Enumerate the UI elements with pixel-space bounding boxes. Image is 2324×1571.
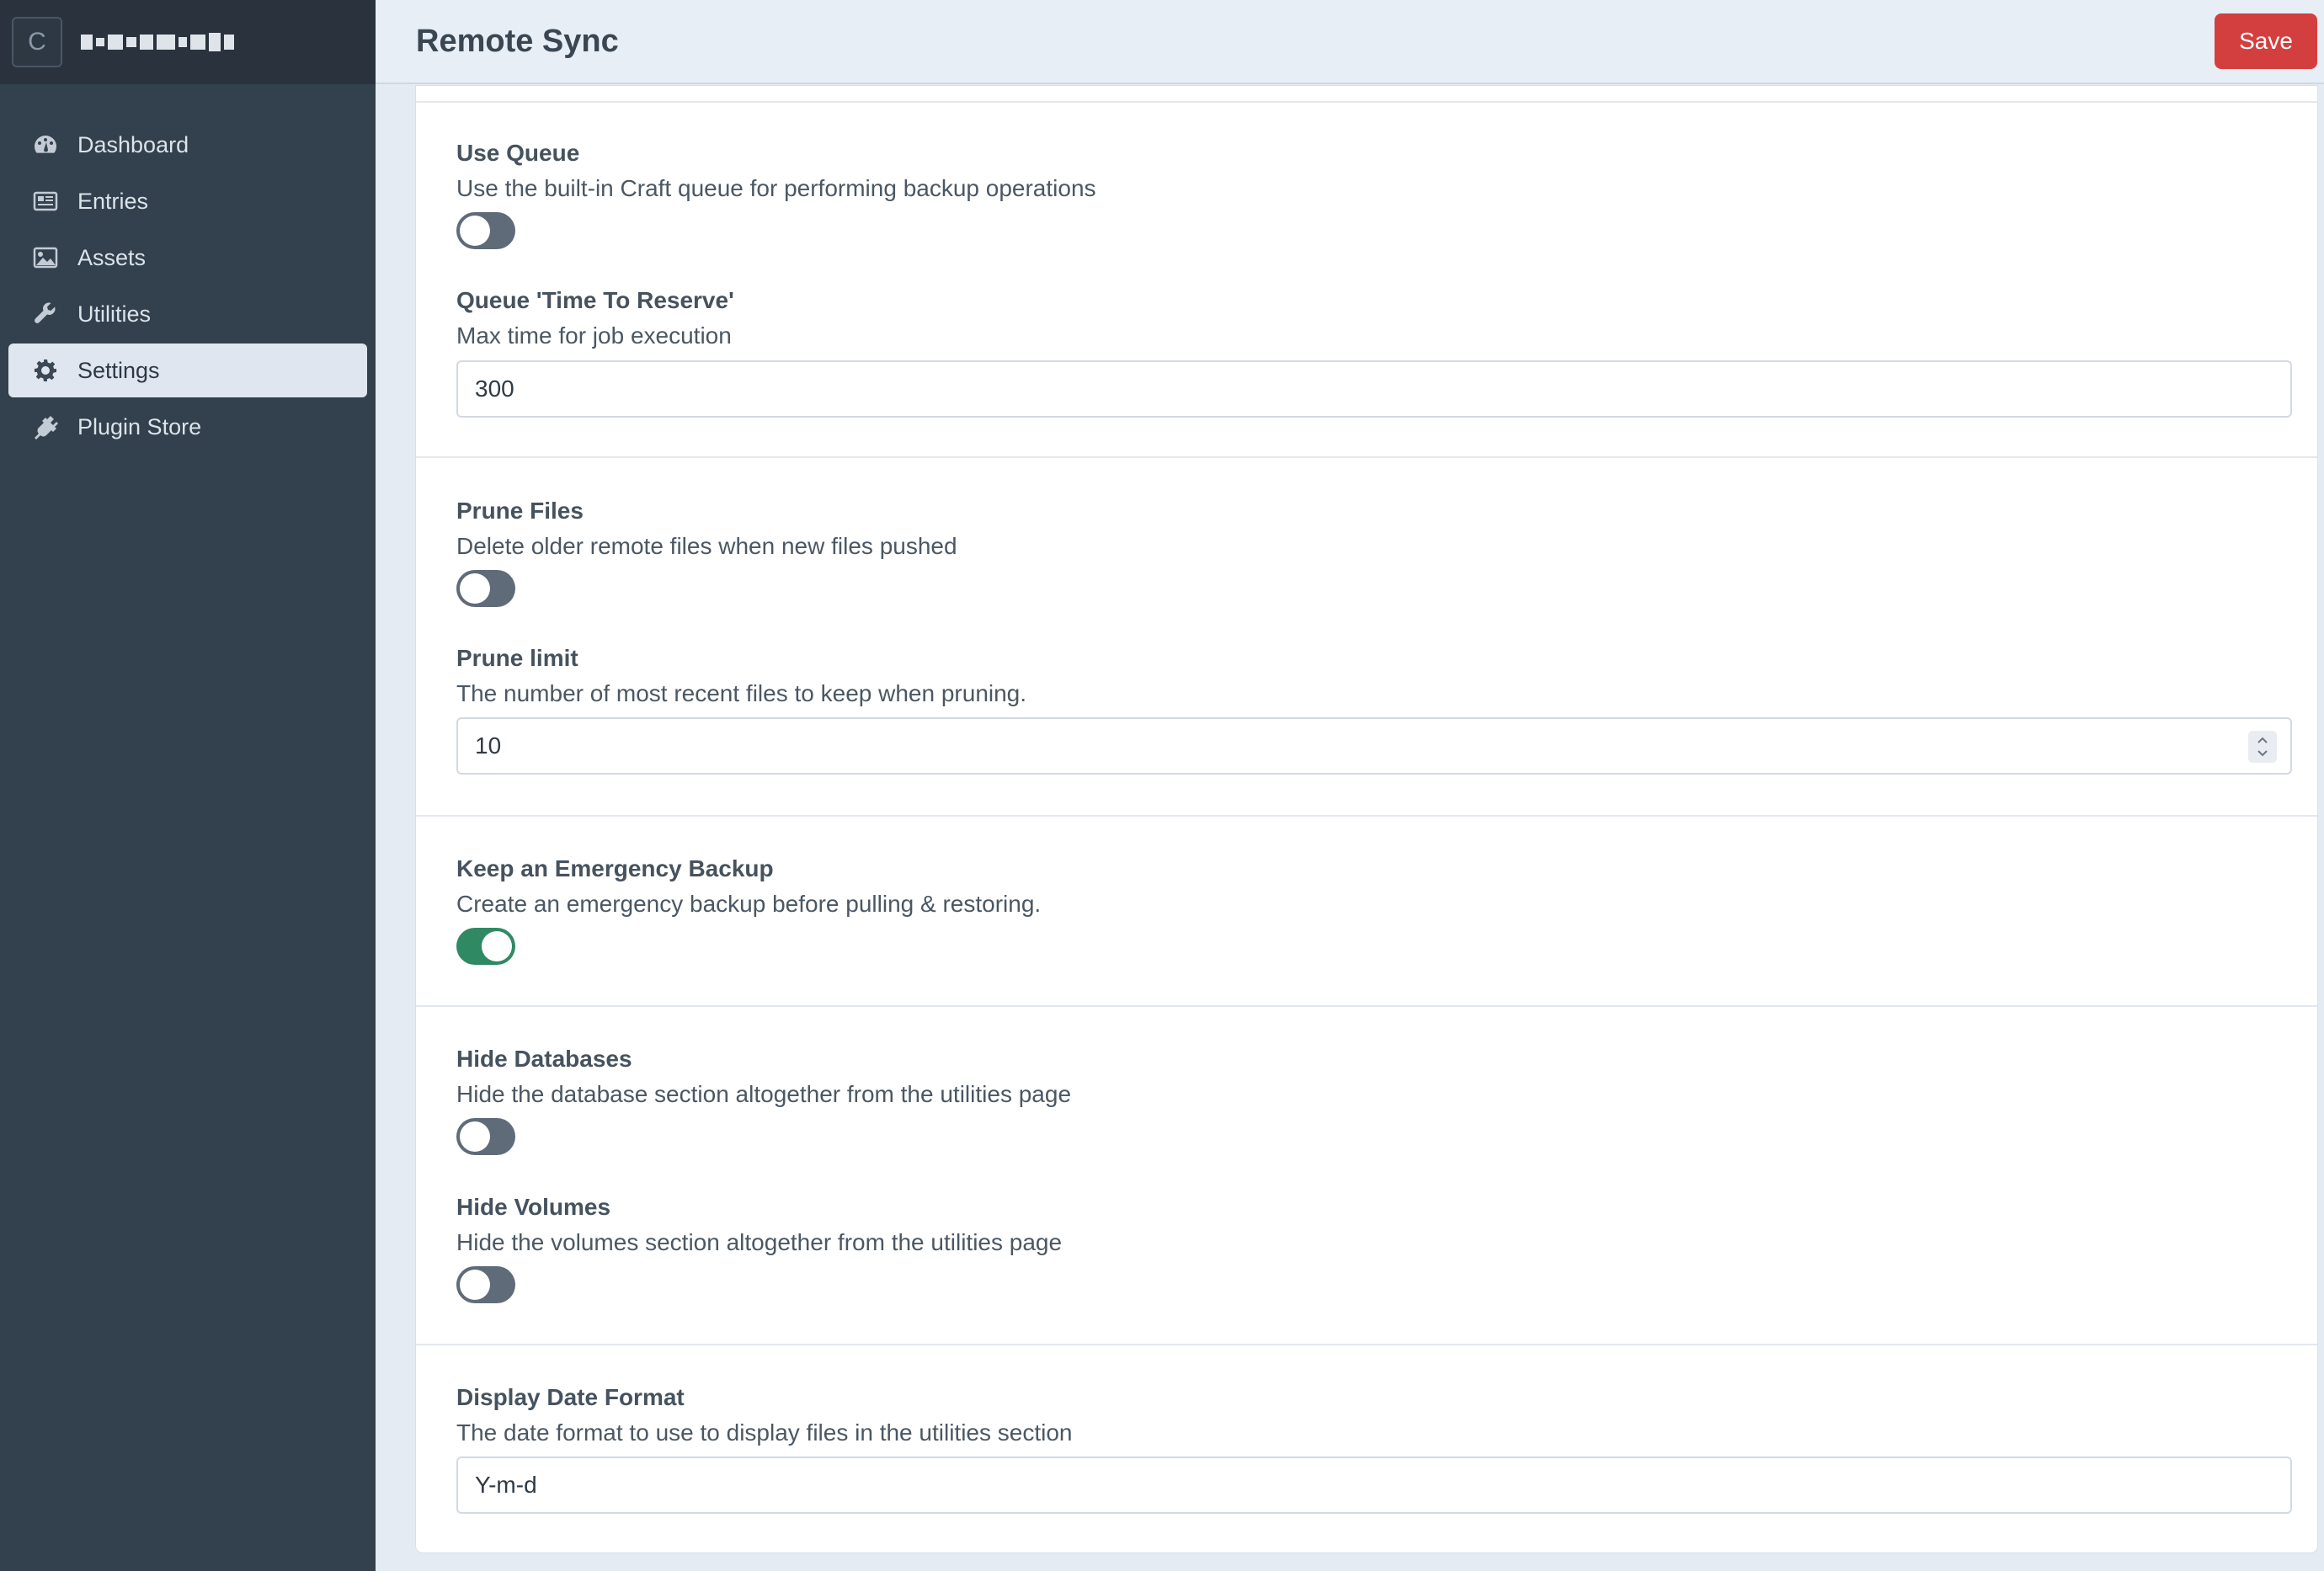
prune-files-field: Prune Files Delete older remote files wh… [456,494,2277,565]
page-title: Remote Sync [416,23,619,59]
date-format-field: Display Date Format The date format to u… [456,1381,2277,1451]
sidebar-item-label: Dashboard [77,131,189,157]
sidebar-item-utilities[interactable]: Utilities [8,287,367,341]
field-label: Queue 'Time To Reserve' [456,287,734,313]
sidebar: C Dashboard Entries Assets Utilities Set… [0,0,376,1571]
sidebar-header: C [0,0,376,84]
section-divider [416,815,2317,817]
toggle-knob [460,573,490,604]
hide-databases-field: Hide Databases Hide the database section… [456,1042,2277,1113]
sidebar-item-label: Plugin Store [77,413,202,439]
field-label: Prune limit [456,645,578,671]
use-queue-field: Use Queue Use the built-in Craft queue f… [456,136,2277,207]
toggle-knob [460,1121,490,1152]
field-description: Hide the volumes section altogether from… [456,1229,1063,1255]
input-value: Y-m-d [475,1472,537,1498]
field-description: Hide the database section altogether fro… [456,1081,1072,1107]
date-format-input[interactable]: Y-m-d [456,1457,2292,1514]
field-description: The date format to use to display files … [456,1419,1073,1446]
input-value: 10 [475,732,502,759]
toggle-knob [460,216,490,246]
section-divider [416,456,2317,458]
field-description: Delete older remote files when new files… [456,533,957,559]
hide-volumes-field: Hide Volumes Hide the volumes section al… [456,1190,2277,1261]
field-label: Hide Databases [456,1046,632,1072]
assets-icon [30,242,61,273]
prune-files-toggle[interactable] [456,570,515,607]
emergency-backup-field: Keep an Emergency Backup Create an emerg… [456,852,2277,923]
queue-ttr-input[interactable]: 300 [456,360,2292,418]
field-description: The number of most recent files to keep … [456,680,1027,706]
save-button[interactable]: Save [2215,13,2317,69]
toggle-knob [460,1270,490,1300]
entries-icon [30,186,61,216]
field-description: Create an emergency backup before pullin… [456,891,1042,917]
section-divider [416,1344,2317,1345]
hide-databases-toggle[interactable] [456,1118,515,1155]
dashboard-icon [30,130,61,160]
emergency-backup-toggle[interactable] [456,928,515,965]
sidebar-item-label: Assets [77,244,147,270]
section-divider [416,1005,2317,1007]
field-label: Keep an Emergency Backup [456,855,774,881]
prune-limit-input[interactable]: 10 [456,717,2292,775]
field-description: Max time for job execution [456,322,732,349]
sidebar-nav: Dashboard Entries Assets Utilities Setti… [0,118,376,454]
plug-icon [30,412,61,442]
settings-panel: Use Queue Use the built-in Craft queue f… [416,86,2317,1552]
number-stepper[interactable] [2248,731,2277,763]
field-label: Display Date Format [456,1384,685,1410]
sidebar-item-assets[interactable]: Assets [8,231,367,285]
hide-volumes-toggle[interactable] [456,1266,515,1303]
input-value: 300 [475,375,514,402]
prune-limit-field: Prune limit The number of most recent fi… [456,642,2277,712]
queue-ttr-field: Queue 'Time To Reserve' Max time for job… [456,284,2277,354]
field-description: Use the built-in Craft queue for perform… [456,175,1096,201]
field-label: Prune Files [456,498,584,524]
field-label: Hide Volumes [456,1194,611,1220]
wrench-icon [30,299,61,329]
sidebar-item-dashboard[interactable]: Dashboard [8,118,367,172]
sidebar-item-settings[interactable]: Settings [8,343,367,397]
site-name-redacted[interactable] [81,33,234,51]
toggle-knob [482,931,512,961]
sidebar-item-label: Settings [77,357,160,383]
sidebar-item-label: Utilities [77,301,152,327]
gear-icon [30,355,61,386]
divider [416,101,2317,103]
use-queue-toggle[interactable] [456,212,515,249]
chevron-up-icon[interactable] [2255,735,2270,747]
chevron-down-icon[interactable] [2255,747,2270,759]
field-label: Use Queue [456,140,580,166]
sidebar-item-plugin-store[interactable]: Plugin Store [8,400,367,454]
sidebar-item-entries[interactable]: Entries [8,174,367,228]
sidebar-item-label: Entries [77,188,149,214]
page-header: Remote Sync Save [376,0,2324,84]
site-icon[interactable]: C [12,17,62,67]
